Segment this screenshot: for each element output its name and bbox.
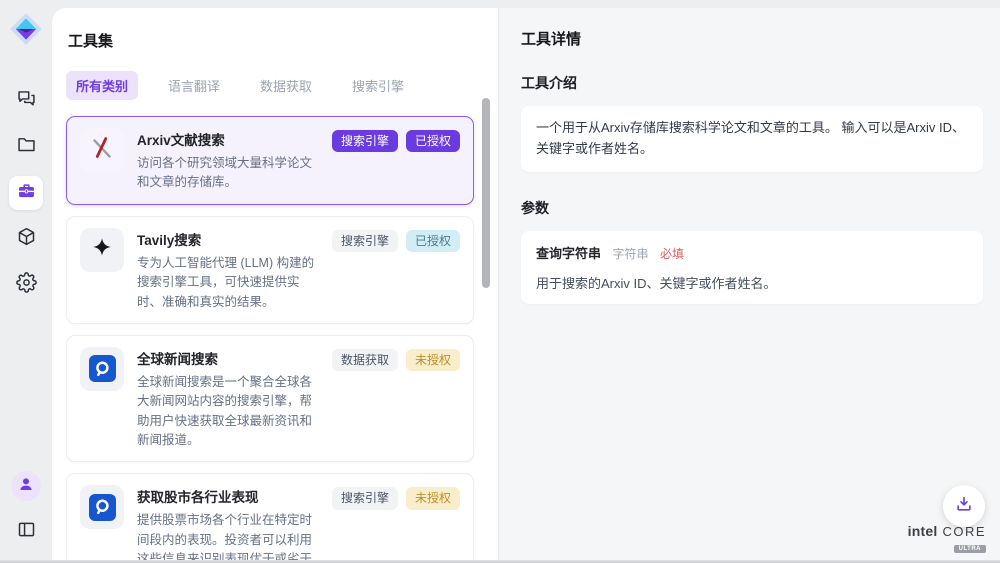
app-logo-icon xyxy=(9,12,43,46)
nav-chat[interactable] xyxy=(9,84,43,118)
ultra-badge: ULTRA xyxy=(954,545,986,553)
folder-icon xyxy=(16,134,37,160)
tab-label: 语言翻译 xyxy=(168,79,220,94)
param-type: 字符串 xyxy=(612,247,648,261)
category-tab[interactable]: 搜索引擎 xyxy=(342,71,414,100)
tab-label: 所有类别 xyxy=(76,79,128,94)
app-rail xyxy=(0,0,52,563)
param-box: 查询字符串 字符串 必填 用于搜索的Arxiv ID、关键字或作者姓名。 xyxy=(521,231,983,304)
page-title: 工具集 xyxy=(68,30,498,51)
tool-list-panel: 工具集 所有类别 语言翻译 数据获取 搜索引擎 Arxiv文献搜索 访问各个研 xyxy=(52,8,498,563)
list-scrollbar-thumb[interactable] xyxy=(482,98,490,288)
tool-desc: 提供股票市场各个行业在特定时间段内的表现。投资者可以利用这些信息来识别表现优于或… xyxy=(137,511,319,563)
intel-wordmark: intel xyxy=(908,524,938,538)
auth-status-badge: 已授权 xyxy=(406,130,460,152)
tool-icon-box xyxy=(80,128,124,172)
download-button[interactable] xyxy=(943,485,985,527)
cube-icon xyxy=(16,226,37,252)
category-tabs: 所有类别 语言翻译 数据获取 搜索引擎 xyxy=(66,71,498,100)
category-tab[interactable]: 数据获取 xyxy=(250,71,322,100)
auth-status-badge: 未授权 xyxy=(406,487,460,509)
tool-card-body: Arxiv文献搜索 访问各个研究领域大量科学论文和文章的存储库。 xyxy=(137,128,319,193)
tool-badges: 搜索引擎 已授权 xyxy=(332,128,460,193)
intro-box: 一个用于从Arxiv存储库搜索科学论文和文章的工具。 输入可以是Arxiv ID… xyxy=(521,106,983,172)
tool-desc: 全球新闻搜索是一个聚合全球各大新闻网站内容的搜索引擎，帮助用户快速获取全球最新资… xyxy=(137,373,319,451)
user-icon xyxy=(17,475,35,498)
params-heading: 参数 xyxy=(521,198,983,218)
tool-desc: 访问各个研究领域大量科学论文和文章的存储库。 xyxy=(137,154,319,193)
panels-icon xyxy=(16,519,37,545)
tab-label: 搜索引擎 xyxy=(352,79,404,94)
user-avatar[interactable] xyxy=(11,471,41,501)
nav-files[interactable] xyxy=(9,130,43,164)
category-badge: 搜索引擎 xyxy=(332,487,398,509)
param-required-badge: 必填 xyxy=(660,247,684,261)
tool-badges: 搜索引擎 未授权 xyxy=(332,485,460,563)
gear-icon xyxy=(16,272,37,298)
nav-models[interactable] xyxy=(9,222,43,256)
category-tab[interactable]: 语言翻译 xyxy=(158,71,230,100)
intro-heading: 工具介绍 xyxy=(521,73,983,93)
news-api-q-icon xyxy=(89,494,116,521)
auth-status-badge: 未授权 xyxy=(406,349,460,371)
tool-card-body: 获取股市各行业表现 提供股票市场各个行业在特定时间段内的表现。投资者可以利用这些… xyxy=(137,485,319,563)
tool-icon-box xyxy=(80,347,124,391)
tool-badges: 数据获取 未授权 xyxy=(332,347,460,451)
tool-card[interactable]: 获取股市各行业表现 提供股票市场各个行业在特定时间段内的表现。投资者可以利用这些… xyxy=(66,473,474,563)
auth-status-badge: 已授权 xyxy=(406,230,460,252)
nav-toolbox[interactable] xyxy=(9,176,43,210)
intel-core-logo: intel CORE ULTRA xyxy=(908,524,986,554)
tool-card[interactable]: Arxiv文献搜索 访问各个研究领域大量科学论文和文章的存储库。 搜索引擎 已授… xyxy=(66,116,474,205)
nav-panel-toggle[interactable] xyxy=(9,515,43,549)
tavily-star-icon xyxy=(91,236,113,263)
intro-text: 一个用于从Arxiv存储库搜索科学论文和文章的工具。 输入可以是Arxiv ID… xyxy=(536,118,968,160)
tool-card-body: 全球新闻搜索 全球新闻搜索是一个聚合全球各大新闻网站内容的搜索引擎，帮助用户快速… xyxy=(137,347,319,451)
tool-icon-box xyxy=(80,228,124,272)
tool-icon-box xyxy=(80,485,124,529)
tool-detail-panel: 工具详情 工具介绍 一个用于从Arxiv存储库搜索科学论文和文章的工具。 输入可… xyxy=(498,8,1000,563)
tool-card-list: Arxiv文献搜索 访问各个研究领域大量科学论文和文章的存储库。 搜索引擎 已授… xyxy=(66,116,474,563)
chat-icon xyxy=(16,88,37,114)
core-wordmark: CORE xyxy=(942,525,986,538)
news-api-q-icon xyxy=(89,355,116,382)
param-name: 查询字符串 xyxy=(536,246,601,261)
tool-title: 获取股市各行业表现 xyxy=(137,486,319,506)
tool-card-body: Tavily搜索 专为人工智能代理 (LLM) 构建的搜索引擎工具，可快速提供实… xyxy=(137,228,319,312)
detail-title: 工具详情 xyxy=(521,28,983,49)
param-desc: 用于搜索的Arxiv ID、关键字或作者姓名。 xyxy=(536,273,968,292)
tool-title: 全球新闻搜索 xyxy=(137,348,319,368)
category-badge: 数据获取 xyxy=(332,349,398,371)
tool-card[interactable]: 全球新闻搜索 全球新闻搜索是一个聚合全球各大新闻网站内容的搜索引擎，帮助用户快速… xyxy=(66,335,474,463)
tool-card[interactable]: Tavily搜索 专为人工智能代理 (LLM) 构建的搜索引擎工具，可快速提供实… xyxy=(66,216,474,324)
tool-title: Tavily搜索 xyxy=(137,229,319,249)
tab-label: 数据获取 xyxy=(260,79,312,94)
category-badge: 搜索引擎 xyxy=(332,130,398,152)
category-tab[interactable]: 所有类别 xyxy=(66,71,138,100)
tool-badges: 搜索引擎 已授权 xyxy=(332,228,460,312)
main-surface: 工具集 所有类别 语言翻译 数据获取 搜索引擎 Arxiv文献搜索 访问各个研 xyxy=(52,8,1000,563)
category-badge: 搜索引擎 xyxy=(332,230,398,252)
download-icon xyxy=(954,494,974,519)
toolbox-icon xyxy=(16,180,37,206)
tool-desc: 专为人工智能代理 (LLM) 构建的搜索引擎工具，可快速提供实时、准确和真实的结… xyxy=(137,254,319,312)
nav-settings[interactable] xyxy=(9,268,43,302)
arxiv-icon xyxy=(87,133,117,168)
tool-title: Arxiv文献搜索 xyxy=(137,129,319,149)
